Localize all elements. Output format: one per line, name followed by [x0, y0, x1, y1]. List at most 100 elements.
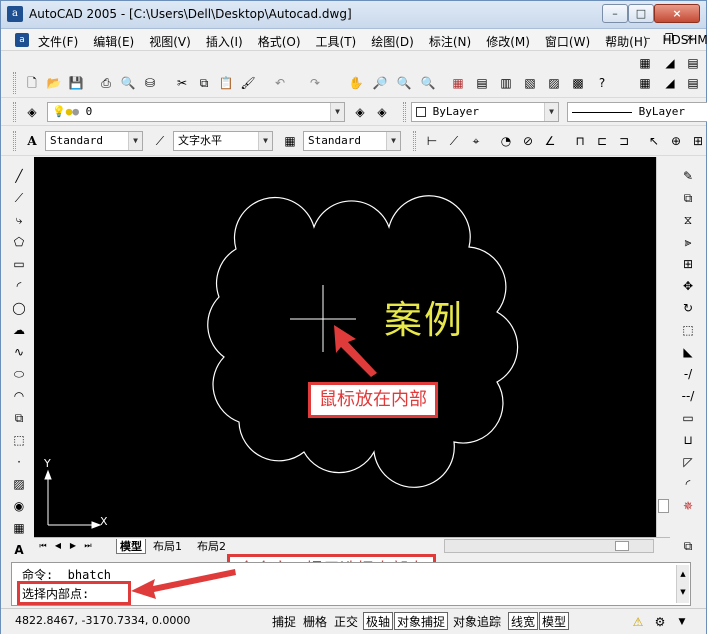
status-toggle-5[interactable]: 对象追踪: [450, 612, 504, 630]
tool-palettes-icon[interactable]: ▥: [497, 74, 515, 92]
chevron-down-icon[interactable]: ▼: [330, 103, 344, 121]
spline-icon[interactable]: ∿: [10, 343, 28, 361]
color-select[interactable]: ByLayer ▼: [411, 102, 559, 122]
table-icon[interactable]: ▦: [10, 519, 28, 537]
command-scrollbar[interactable]: ▲ ▼: [676, 565, 689, 603]
menu-item-4[interactable]: 格式(O): [258, 33, 308, 50]
first-tab-icon[interactable]: ⏮: [37, 538, 49, 553]
hatch-icon[interactable]: ▨: [10, 475, 28, 493]
cut-icon[interactable]: ✂: [173, 74, 191, 92]
rectangle-icon[interactable]: ▭: [10, 255, 28, 273]
rotate-icon[interactable]: ↻: [679, 299, 697, 317]
polygon-icon[interactable]: ⬠: [10, 233, 28, 251]
text-style-select[interactable]: Standard ▼: [45, 131, 143, 151]
doc-minimize-icon[interactable]: –: [641, 32, 655, 46]
next-tab-icon[interactable]: ▶: [67, 538, 79, 553]
chevron-down-icon[interactable]: ▼: [544, 103, 558, 121]
make-block-icon[interactable]: ⬚: [10, 431, 28, 449]
autocad-app-icon[interactable]: a: [7, 6, 23, 22]
font-select[interactable]: 文字水平 ▼: [173, 131, 273, 151]
markup-icon[interactable]: ▨: [545, 74, 563, 92]
tab-model[interactable]: 模型: [116, 539, 146, 554]
quick-dim-icon[interactable]: ⊓: [571, 132, 589, 150]
zoom-window-icon[interactable]: 🔍: [395, 74, 413, 92]
explode-icon[interactable]: ✵: [679, 497, 697, 515]
chevron-down-icon[interactable]: ▼: [386, 132, 400, 150]
scroll-thumb[interactable]: [658, 499, 669, 513]
fillet-icon[interactable]: ◜: [679, 475, 697, 493]
table-style-icon[interactable]: ▦: [281, 132, 299, 150]
match-properties-icon[interactable]: 🖌: [239, 74, 257, 92]
pan-icon[interactable]: ✋: [347, 74, 365, 92]
erase-icon[interactable]: ✎: [679, 167, 697, 185]
layout-viewport-icon[interactable]: ⧉: [679, 537, 697, 555]
last-tab-icon[interactable]: ⏭: [82, 538, 94, 553]
menu-item-8[interactable]: 修改(M): [486, 33, 537, 50]
leader-icon[interactable]: ↖: [645, 132, 663, 150]
status-toggle-2[interactable]: 正交: [331, 612, 361, 630]
print-icon[interactable]: ⎙: [97, 74, 115, 92]
aux-toolbar-icon-1[interactable]: ▦: [636, 54, 654, 72]
toolbar-grip[interactable]: [13, 102, 16, 122]
center-mark-icon[interactable]: ⊞: [689, 132, 707, 150]
toolbar-grip[interactable]: [13, 72, 16, 94]
status-toggle-7[interactable]: 模型: [539, 612, 570, 630]
prev-tab-icon[interactable]: ◀: [52, 538, 64, 553]
title-bar[interactable]: a AutoCAD 2005 - [C:\Users\Dell\Desktop\…: [1, 1, 706, 29]
point-icon[interactable]: ·: [10, 453, 28, 471]
make-current-layer-icon[interactable]: ◈: [351, 103, 369, 121]
angular-dim-icon[interactable]: ∠: [541, 132, 559, 150]
help-icon[interactable]: ?: [593, 74, 611, 92]
status-toggle-4[interactable]: 对象捕捉: [394, 612, 449, 630]
minimize-button[interactable]: –: [602, 4, 628, 23]
ordinate-dim-icon[interactable]: ⌖: [467, 132, 485, 150]
text-style-icon[interactable]: A: [23, 132, 41, 150]
aux-toolbar-icon-5[interactable]: ◢: [661, 74, 679, 92]
new-icon[interactable]: 🗋: [23, 74, 41, 92]
join-icon[interactable]: ⊔: [679, 431, 697, 449]
circle-icon[interactable]: ◯: [10, 299, 28, 317]
menu-item-2[interactable]: 视图(V): [149, 33, 198, 50]
offset-icon[interactable]: ⫸: [679, 233, 697, 251]
doc-restore-icon[interactable]: ❐: [662, 32, 676, 46]
toolbar-grip[interactable]: [13, 131, 16, 151]
chevron-down-icon[interactable]: ▼: [128, 132, 142, 150]
chevron-down-icon[interactable]: ▼: [258, 132, 272, 150]
maximize-button[interactable]: □: [628, 4, 654, 23]
status-menu-icon[interactable]: ▼: [673, 613, 691, 631]
break-icon[interactable]: ▭: [679, 409, 697, 427]
status-toggle-3[interactable]: 极轴: [363, 612, 394, 630]
tolerance-icon[interactable]: ⊕: [667, 132, 685, 150]
warning-icon[interactable]: ⚠: [629, 613, 647, 631]
open-icon[interactable]: 📂: [45, 74, 63, 92]
mirror-icon[interactable]: ⧖: [679, 211, 697, 229]
save-icon[interactable]: 💾: [67, 74, 85, 92]
status-toggle-1[interactable]: 栅格: [300, 612, 330, 630]
menu-item-5[interactable]: 工具(T): [316, 33, 364, 50]
radius-dim-icon[interactable]: ◔: [497, 132, 515, 150]
chamfer-icon[interactable]: ◸: [679, 453, 697, 471]
copy-icon[interactable]: ⧉: [195, 74, 213, 92]
move-icon[interactable]: ✥: [679, 277, 697, 295]
layer-previous-icon[interactable]: ◈: [373, 103, 391, 121]
tab-layout2[interactable]: 布局2: [194, 539, 229, 554]
sheet-set-icon[interactable]: ▧: [521, 74, 539, 92]
undo-icon[interactable]: ↶: [271, 74, 289, 92]
status-toggle-0[interactable]: 捕捉: [269, 612, 299, 630]
continue-dim-icon[interactable]: ⊐: [615, 132, 633, 150]
insert-block-icon[interactable]: ⧉: [10, 409, 28, 427]
region-icon[interactable]: ◉: [10, 497, 28, 515]
tab-layout1[interactable]: 布局1: [150, 539, 185, 554]
ellipse-icon[interactable]: ⬭: [10, 365, 28, 383]
publish-icon[interactable]: ⛁: [141, 74, 159, 92]
linear-dim-icon[interactable]: ⊢: [423, 132, 441, 150]
calculator-icon[interactable]: ▩: [569, 74, 587, 92]
scroll-thumb[interactable]: [615, 541, 629, 551]
polyline-icon[interactable]: ⤷: [10, 211, 28, 229]
trim-icon[interactable]: -/: [679, 365, 697, 383]
menu-item-0[interactable]: 文件(F): [38, 33, 85, 50]
horizontal-scrollbar[interactable]: [444, 539, 654, 553]
stretch-icon[interactable]: ◣: [679, 343, 697, 361]
close-button[interactable]: ×: [654, 4, 700, 23]
diameter-dim-icon[interactable]: ⊘: [519, 132, 537, 150]
